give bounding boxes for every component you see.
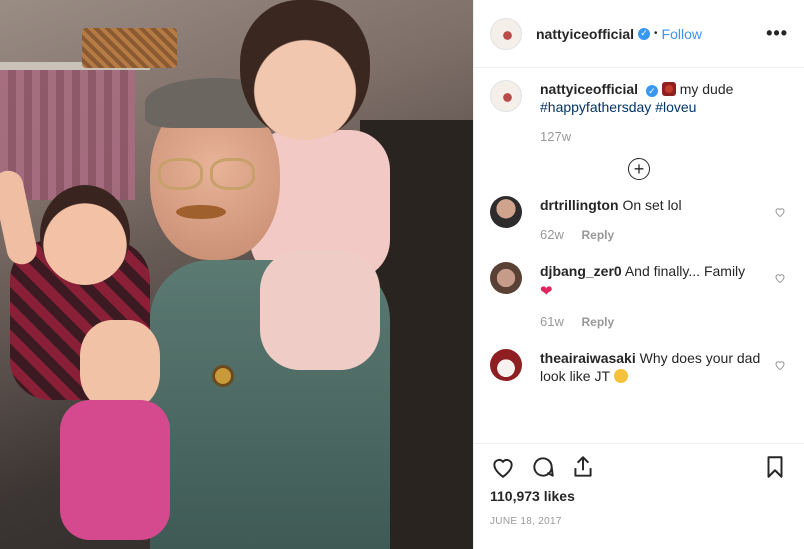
load-more-comments-icon[interactable]: + xyxy=(628,158,650,180)
caption-hashtags[interactable]: #happyfathersday #loveu xyxy=(540,99,696,115)
photo-glasses-left xyxy=(158,158,203,190)
comment-item: drtrillington On set lol 62w Reply xyxy=(490,196,788,244)
verified-icon: ✓ xyxy=(645,85,658,97)
heart-emoji: ❤ xyxy=(540,283,553,300)
comment-time[interactable]: 61w xyxy=(540,314,564,329)
caption-username[interactable]: nattyiceofficial xyxy=(540,81,638,97)
comment-item: djbang_zer0 And finally... Family ❤ 61w … xyxy=(490,262,788,331)
reply-button[interactable]: Reply xyxy=(581,228,614,242)
post-header: nattyiceofficial ✓ • Follow ••• xyxy=(474,0,804,68)
photo-baby-pants xyxy=(60,400,170,540)
photo-baby-head xyxy=(40,185,130,285)
laughing-emoji xyxy=(613,369,628,383)
comment-username[interactable]: drtrillington xyxy=(540,197,619,213)
heart-icon[interactable] xyxy=(490,454,516,480)
share-icon[interactable] xyxy=(570,454,596,480)
caption-time[interactable]: 127w xyxy=(540,129,571,144)
comment-avatar[interactable] xyxy=(490,262,522,294)
caption-text: my dude xyxy=(679,81,734,97)
bookmark-icon[interactable] xyxy=(762,454,788,480)
separator-dot: • xyxy=(654,28,658,39)
header-username[interactable]: nattyiceofficial xyxy=(536,26,634,42)
comment-username[interactable]: djbang_zer0 xyxy=(540,263,622,279)
post-photo[interactable] xyxy=(0,0,473,549)
photo-mustache xyxy=(176,205,226,219)
post-date[interactable]: JUNE 18, 2017 xyxy=(474,504,804,527)
comment-avatar[interactable] xyxy=(490,196,522,228)
comment-text: And finally... Family xyxy=(624,263,746,279)
photo-girl-leg xyxy=(260,250,380,370)
photo-baby-belly xyxy=(80,320,160,410)
comment-like-icon[interactable] xyxy=(774,206,786,218)
photo-basket xyxy=(82,28,177,68)
flowers-emoji xyxy=(661,82,676,96)
caption-avatar[interactable] xyxy=(490,80,522,112)
post-side-panel: nattyiceofficial ✓ • Follow ••• nattyice… xyxy=(473,0,804,549)
caption: nattyiceofficial ✓ my dude #happyfathers… xyxy=(490,80,788,146)
reply-button[interactable]: Reply xyxy=(581,315,614,329)
comment-icon[interactable] xyxy=(530,454,556,480)
comments-list[interactable]: nattyiceofficial ✓ my dude #happyfathers… xyxy=(474,68,804,444)
photo-glasses-right xyxy=(210,158,255,190)
photo-girl-head xyxy=(240,0,370,140)
comment-time[interactable]: 62w xyxy=(540,227,564,242)
verified-icon: ✓ xyxy=(638,27,651,40)
comment-item: theairaiwasaki Why does your dad look li… xyxy=(490,349,788,385)
follow-button[interactable]: Follow xyxy=(662,26,702,42)
more-options-icon[interactable]: ••• xyxy=(766,23,788,44)
comment-username[interactable]: theairaiwasaki xyxy=(540,350,636,366)
comment-like-icon[interactable] xyxy=(774,272,786,284)
comment-like-icon[interactable] xyxy=(774,359,786,371)
avatar[interactable] xyxy=(490,17,522,50)
comment-avatar[interactable] xyxy=(490,349,522,381)
likes-count[interactable]: 110,973 likes xyxy=(474,480,804,504)
action-bar xyxy=(474,444,804,480)
comment-text: On set lol xyxy=(622,197,682,213)
photo-watch xyxy=(212,365,234,387)
